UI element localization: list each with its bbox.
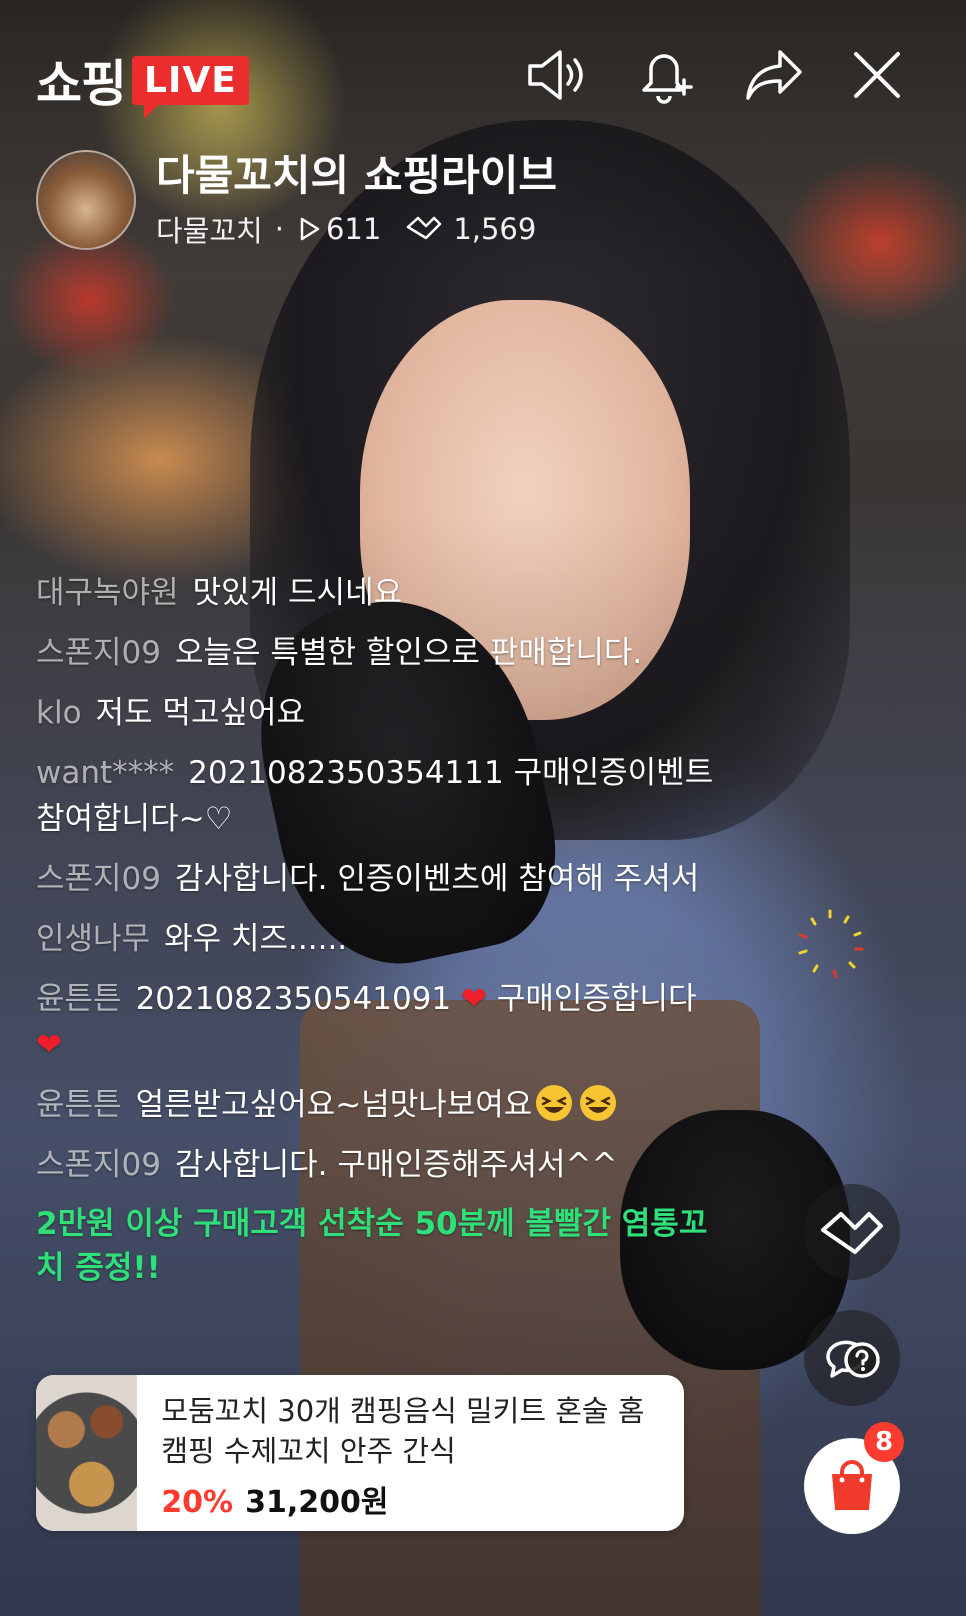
chat-message: 윤튼튼 2021082350541091 ❤ 구매인증합니다❤ — [36, 976, 716, 1068]
chat-message: 대구녹야원 맛있게 드시네요 — [36, 570, 716, 616]
product-card[interactable]: 모둠꼬치 30개 캠핑음식 밀키트 혼술 홈캠핑 수제꼬치 안주 간식 20% 3… — [36, 1375, 684, 1531]
chat-message: want**** 2021082350354111 구매인증이벤트참여합니다~♡ — [36, 750, 716, 842]
share-icon — [746, 50, 802, 100]
chat-username: 스폰지09 — [36, 1147, 162, 1183]
speaker-button[interactable] — [522, 40, 592, 110]
chat-message: 인생나무 와우 치즈...... — [36, 916, 716, 962]
chat-text: 맛있게 드시네요 — [192, 575, 403, 611]
chat-text: 얼른받고싶어요~넘맛나보여요 — [135, 1087, 533, 1123]
logo-live-badge: LIVE — [132, 55, 249, 119]
chat-username: 윤튼튼 — [36, 1087, 122, 1123]
chat-question-icon — [826, 1340, 880, 1378]
product-discount: 20% — [161, 1485, 234, 1520]
chat-text: 저도 먹고싶어요 — [95, 695, 306, 731]
chat-message: klo 저도 먹고싶어요 — [36, 690, 716, 736]
like-button[interactable] — [804, 1184, 900, 1280]
chat-username: 스폰지09 — [36, 861, 162, 897]
chat-question-button[interactable] — [804, 1310, 900, 1406]
red-heart-emoji-icon: ❤ — [461, 981, 487, 1017]
like-hearts-icon — [407, 216, 442, 240]
like-count: 1,569 — [453, 212, 537, 246]
live-title: 다물꼬치의 쇼핑라이브 — [156, 151, 558, 200]
view-count: 611 — [325, 212, 382, 246]
shopping-live-logo: 쇼핑 LIVE — [36, 44, 249, 119]
meta-separator-dot: · — [274, 212, 284, 246]
red-heart-emoji-icon: ❤ — [36, 1027, 62, 1063]
chat-text: 오늘은 특별한 할인으로 판매합니다. — [175, 635, 643, 671]
logo-word: 쇼핑 — [36, 55, 127, 113]
chat-text: 구매인증합니다 — [486, 981, 697, 1017]
chat-message: 스폰지09 오늘은 특별한 할인으로 판매합니다. — [36, 630, 716, 676]
chat-list: 대구녹야원 맛있게 드시네요 스폰지09 오늘은 특별한 할인으로 판매합니다. k… — [36, 570, 716, 1290]
chat-username: 인생나무 — [36, 921, 151, 957]
notification-subscribe-button[interactable] — [630, 40, 700, 110]
shopping-bag-icon — [832, 1460, 872, 1510]
laughing-emoji-icon — [580, 1085, 617, 1121]
chat-text: 와우 치즈...... — [164, 921, 348, 957]
chat-username: 스폰지09 — [36, 635, 162, 671]
chat-message: 윤튼튼 얼른받고싶어요~넘맛나보여요 — [36, 1082, 716, 1128]
share-button[interactable] — [738, 40, 808, 110]
chat-username: 대구녹야원 — [36, 575, 179, 611]
sparkle-animation-icon — [798, 909, 864, 979]
play-views-icon — [300, 217, 320, 241]
chat-text: 2021082350541091 — [135, 981, 461, 1017]
channel-avatar[interactable] — [36, 150, 136, 250]
laughing-emoji-icon — [536, 1085, 573, 1121]
product-price: 31,200원 — [245, 1485, 389, 1520]
chat-username: want**** — [36, 755, 175, 791]
chat-username: klo — [36, 695, 82, 731]
close-icon — [854, 52, 900, 98]
promo-notice: 2만원 이상 구매고객 선착순 50분께 볼빨간 염통꼬치 증정!! — [36, 1206, 708, 1286]
close-button[interactable] — [842, 40, 912, 110]
chat-username: 윤튼튼 — [36, 981, 122, 1017]
product-title: 모둠꼬치 30개 캠핑음식 밀키트 혼술 홈캠핑 수제꼬치 안주 간식 — [161, 1394, 645, 1468]
chat-text: 감사합니다. 인증이벤츠에 참여해 주셔서 — [175, 861, 700, 897]
like-hearts-icon — [821, 1212, 883, 1254]
product-image[interactable] — [36, 1375, 138, 1531]
bell-plus-icon — [642, 54, 693, 104]
speaker-icon — [528, 50, 583, 100]
chat-message: 스폰지09 감사합니다. 구매인증해주셔서^^ — [36, 1142, 716, 1188]
chat-message: 스폰지09 감사합니다. 인증이벤츠에 참여해 주셔서 — [36, 856, 716, 902]
channel-name[interactable]: 다물꼬치 — [156, 208, 263, 250]
channel-info: 다물꼬치의 쇼핑라이브 다물꼬치 · 611 1,569 — [36, 150, 557, 250]
cart-count-badge: 8 — [864, 1422, 904, 1462]
chat-text: 감사합니다. 구매인증해주셔서^^ — [175, 1147, 618, 1183]
